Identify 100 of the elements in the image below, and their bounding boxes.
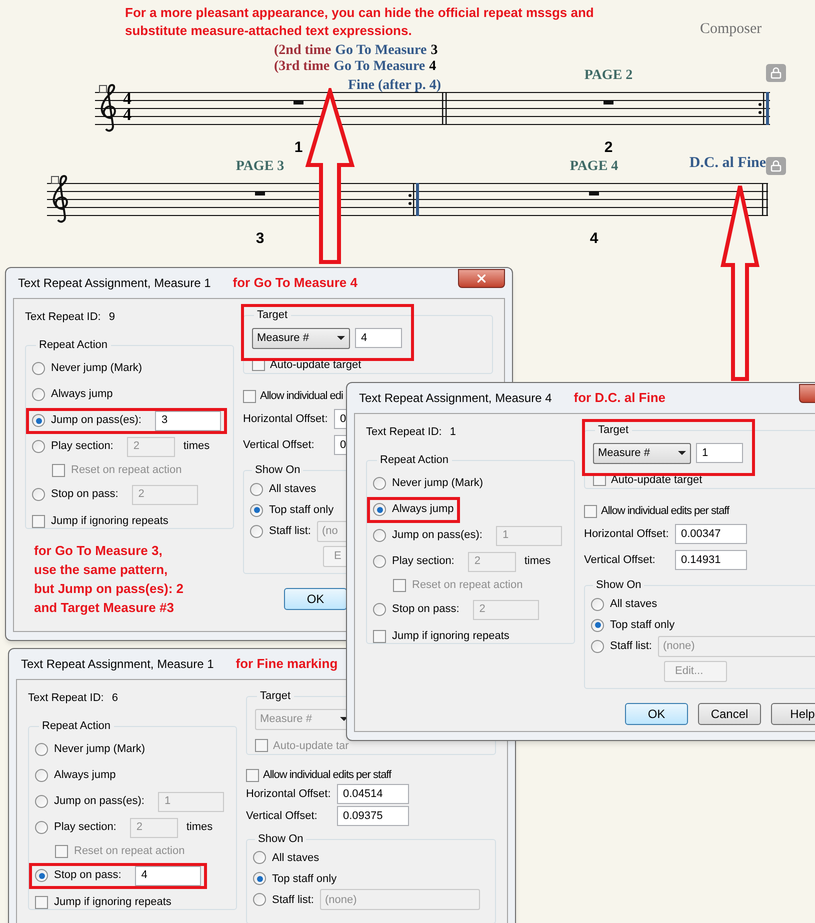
checkbox[interactable]: [584, 504, 597, 518]
id-value: 1: [450, 424, 456, 440]
text-field[interactable]: 0.04514: [337, 784, 409, 804]
option-label: Jump on pass(es):: [51, 413, 142, 428]
lock-icon: [766, 64, 786, 82]
group-label: Repeat Action: [379, 453, 450, 468]
option-label: Stop on pass:: [392, 602, 460, 618]
option-label: Auto-update tar: [273, 738, 349, 754]
dialog-button[interactable]: OK: [284, 588, 347, 610]
page-label: PAGE 4: [570, 158, 618, 176]
checkbox[interactable]: [32, 515, 45, 528]
radio-button[interactable]: [591, 640, 604, 652]
text-field[interactable]: 0.14931: [675, 550, 747, 570]
radio-button[interactable]: [35, 821, 48, 834]
page-label: PAGE 3: [236, 158, 284, 176]
radio-button[interactable]: [373, 503, 386, 516]
radio-button[interactable]: [373, 529, 386, 542]
radio-button[interactable]: [32, 388, 45, 401]
group-label: Show On: [254, 463, 302, 478]
option-label: Allow individual edi: [260, 388, 343, 404]
radio-button[interactable]: [253, 851, 266, 864]
composer-label: Composer: [700, 20, 762, 39]
option-label: Allow individual edits per staff: [263, 768, 392, 784]
radio-button[interactable]: [32, 488, 45, 501]
radio-button[interactable]: [253, 872, 266, 886]
radio-button[interactable]: [35, 743, 48, 756]
radio-button[interactable]: [373, 555, 386, 568]
text-field[interactable]: 4: [355, 328, 402, 348]
dialog-button[interactable]: OK: [625, 703, 688, 725]
text-field[interactable]: 0.00347: [675, 524, 747, 544]
target-number: 3: [430, 43, 438, 59]
option-label: All staves: [272, 850, 320, 866]
radio-button[interactable]: [32, 414, 45, 427]
whole-rest-icon: [604, 100, 614, 104]
option-label: Play section:: [51, 439, 114, 454]
dialog-button[interactable]: Help: [771, 703, 815, 725]
id-value: 9: [108, 310, 115, 325]
field-label: Horizontal Offset:: [584, 526, 670, 542]
pass-label: (3rd time: [274, 59, 330, 75]
option-label: Jump if ignoring repeats: [54, 895, 172, 910]
option-label: Reset on repeat action: [412, 578, 523, 594]
radio-button[interactable]: [373, 477, 386, 490]
option-label: Jump on pass(es):: [54, 794, 144, 810]
repeat-text: D.C. al Fine: [689, 154, 766, 173]
checkbox[interactable]: [35, 896, 48, 909]
dialog-button[interactable]: Cancel: [698, 703, 761, 725]
radio-button[interactable]: [253, 893, 266, 906]
option-label: Top staff only: [610, 618, 675, 633]
caret-icon: [678, 451, 686, 455]
text-field[interactable]: 0.09375: [337, 806, 409, 826]
radio-button[interactable]: [32, 362, 45, 375]
whole-rest-icon: [294, 100, 304, 104]
group-label: Repeat Action: [41, 719, 112, 734]
text-field[interactable]: 4: [135, 866, 202, 886]
annotation-text: for D.C. al Fine: [574, 389, 666, 408]
field-label: Vertical Offset:: [584, 552, 656, 568]
option-label: Reset on repeat action: [74, 844, 185, 860]
radio-button[interactable]: [35, 769, 48, 782]
field-label: Vertical Offset:: [246, 808, 318, 824]
barline: [762, 183, 768, 216]
option-label: Allow individual edits per staff: [601, 504, 730, 519]
radio-button[interactable]: [250, 524, 263, 538]
id-label: Text Repeat ID:: [25, 310, 101, 325]
suffix-label: times: [183, 439, 210, 454]
option-label: Auto-update target: [611, 472, 702, 488]
radio-button[interactable]: [32, 440, 45, 453]
dropdown[interactable]: Measure #: [252, 328, 350, 348]
radio-button[interactable]: [373, 603, 386, 616]
barline: [442, 92, 447, 125]
annotation-text: For a more pleasant appearance, you can hide the official repeat mssgs and substitute measure-attached text expressions.: [125, 4, 595, 40]
whole-rest-icon: [589, 192, 599, 196]
id-value: 6: [112, 690, 118, 706]
checkbox[interactable]: [246, 768, 259, 782]
close-button[interactable]: [458, 269, 505, 288]
radio-button[interactable]: [250, 504, 263, 516]
radio-button[interactable]: [35, 795, 48, 808]
radio-button[interactable]: [591, 618, 604, 632]
option-label: Never jump (Mark): [392, 476, 484, 492]
text-field[interactable]: 3: [155, 410, 222, 430]
option-label: Staff list:: [610, 638, 652, 654]
annotation-text: for Go To Measure 3, use the same pattern, but Jump on pass(es): 2 and Target Measure #3: [34, 542, 185, 617]
id-label: Text Repeat ID:: [28, 690, 104, 706]
target-number: 4: [429, 59, 436, 75]
checkbox[interactable]: [243, 390, 256, 402]
measure-number: 3: [256, 229, 264, 249]
repeat-barline: [408, 183, 419, 216]
checkbox[interactable]: [373, 630, 386, 643]
radio-button[interactable]: [35, 869, 48, 882]
option-label: Top staff only: [272, 872, 337, 886]
option-label: Top staff only: [269, 502, 334, 518]
treble-clef-icon: [52, 175, 68, 223]
window-title: Text Repeat Assignment, Measure 4: [359, 390, 552, 407]
radio-button[interactable]: [250, 482, 263, 496]
text-field[interactable]: 1: [696, 443, 743, 463]
dropdown[interactable]: Measure #: [593, 442, 691, 464]
treble-clef-icon: [100, 84, 116, 132]
option-label: Reset on repeat action: [71, 463, 182, 478]
group-label: Show On: [257, 832, 304, 847]
suffix-label: times: [524, 554, 551, 570]
radio-button[interactable]: [591, 598, 604, 610]
